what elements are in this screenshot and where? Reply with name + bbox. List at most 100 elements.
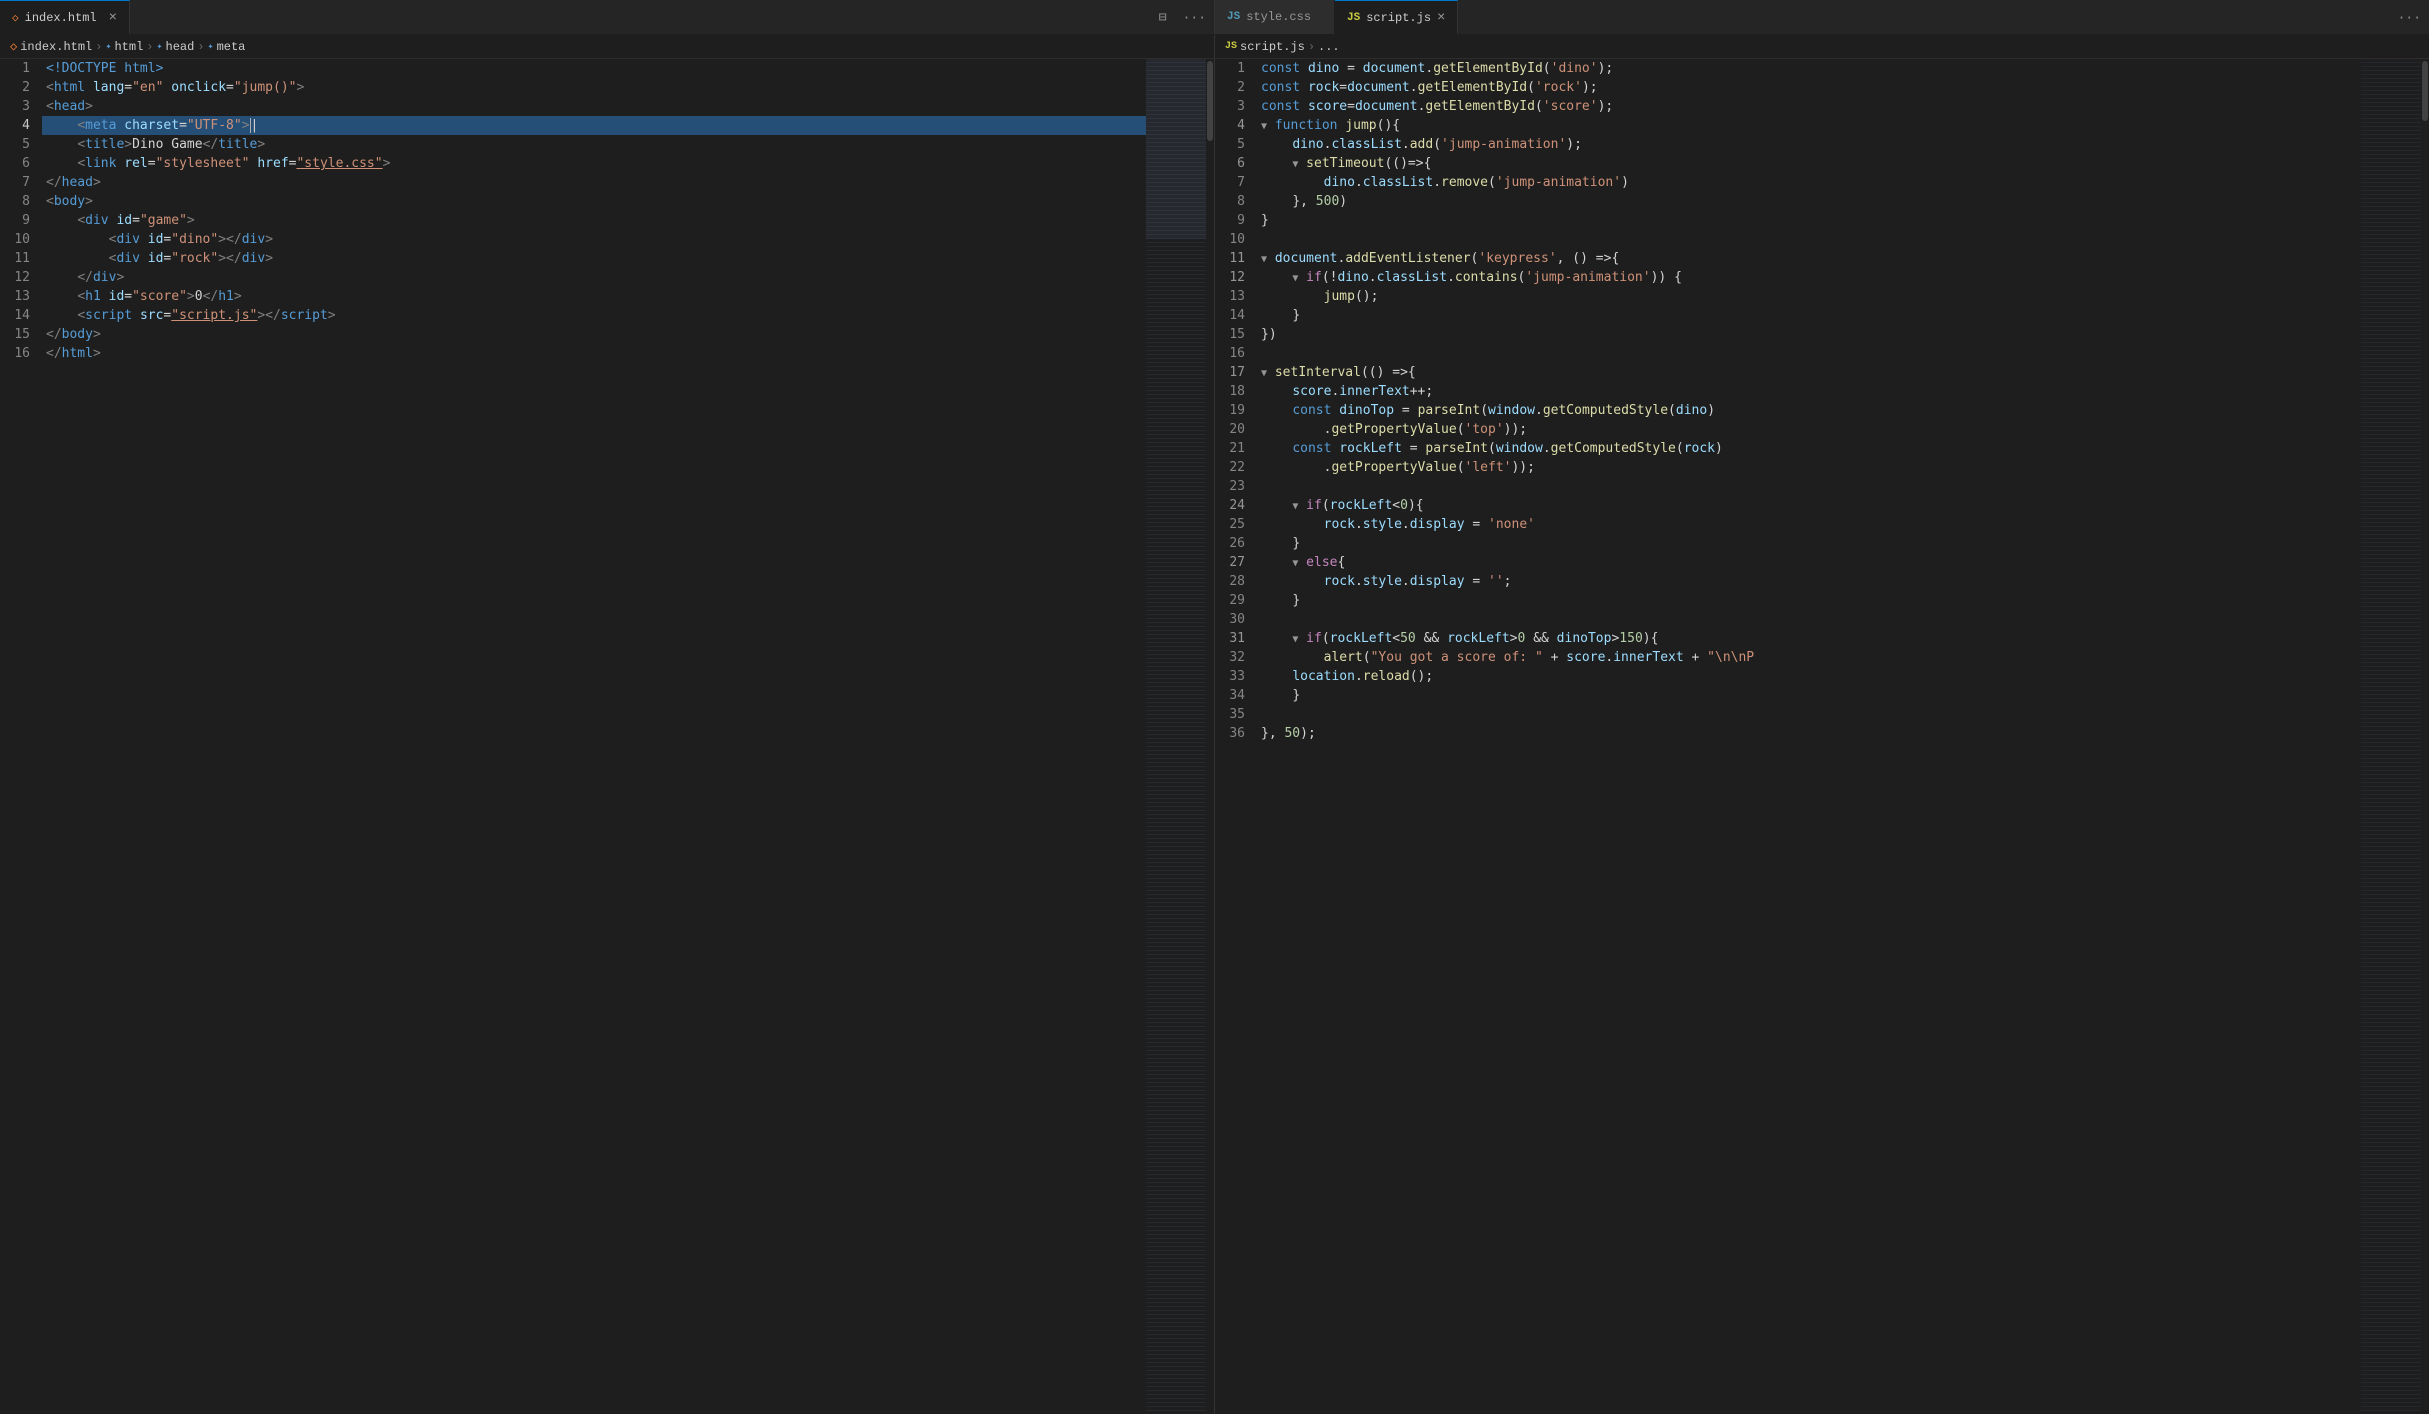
- code-line-12: </div>: [42, 268, 1146, 287]
- r-line-num-30: 30: [1223, 610, 1245, 629]
- r-line-num-12: 12: [1223, 268, 1245, 287]
- code-line-15: </body>: [42, 325, 1146, 344]
- right-pane-more-btn[interactable]: ···: [2390, 0, 2429, 34]
- tab-style-css[interactable]: JS style.css: [1215, 0, 1335, 34]
- line-num-10: 10: [8, 230, 30, 249]
- r-line-num-2: 2: [1223, 78, 1245, 97]
- r-code-line-11: ▼ document.addEventListener('keypress', …: [1261, 249, 2361, 268]
- code-line-8: <body>: [42, 192, 1146, 211]
- r-line-num-27: 27: [1223, 553, 1245, 572]
- left-pane-more-btn[interactable]: ···: [1175, 0, 1214, 34]
- tab-style-css-label: style.css: [1246, 10, 1311, 24]
- tab-index-html[interactable]: ◇ index.html ×: [0, 0, 130, 34]
- line-num-6: 6: [8, 154, 30, 173]
- r-code-line-2: const rock=document.getElementById('rock…: [1261, 78, 2361, 97]
- bc-sep-3: ›: [197, 40, 204, 54]
- bc-head[interactable]: head: [166, 40, 195, 54]
- line-num-9: 9: [8, 211, 30, 230]
- r-line-num-22: 22: [1223, 458, 1245, 477]
- r-line-num-31: 31: [1223, 629, 1245, 648]
- tab-script-js[interactable]: JS script.js ×: [1335, 0, 1458, 34]
- code-line-3: <head>: [42, 97, 1146, 116]
- left-minimap: [1146, 59, 1206, 1414]
- line-num-2: 2: [8, 78, 30, 97]
- r-line-num-6: 6: [1223, 154, 1245, 173]
- r-line-num-5: 5: [1223, 135, 1245, 154]
- right-breadcrumb: JS script.js › ...: [1215, 35, 2429, 58]
- code-line-16: </html>: [42, 344, 1146, 363]
- left-code-content[interactable]: <!DOCTYPE html> <html lang="en" onclick=…: [42, 59, 1146, 1414]
- r-code-line-15: }): [1261, 325, 2361, 344]
- r-line-num-19: 19: [1223, 401, 1245, 420]
- r-code-line-29: }: [1261, 591, 2361, 610]
- left-pane-split-btn[interactable]: ⊟: [1151, 0, 1175, 34]
- line-num-15: 15: [8, 325, 30, 344]
- tab-script-js-close[interactable]: ×: [1437, 10, 1445, 26]
- left-editor-pane: 1 2 3 4 5 6 7 8 9 10 11 12 13 14 15 16 <…: [0, 59, 1215, 1414]
- r-line-num-26: 26: [1223, 534, 1245, 553]
- right-minimap: [2361, 59, 2421, 1414]
- code-line-5: <title>Dino Game</title>: [42, 135, 1146, 154]
- code-line-10: <div id="dino"></div>: [42, 230, 1146, 249]
- r-code-line-34: }: [1261, 686, 2361, 705]
- left-scrollbar[interactable]: [1206, 59, 1214, 1414]
- r-line-num-9: 9: [1223, 211, 1245, 230]
- code-line-2: <html lang="en" onclick="jump()">: [42, 78, 1146, 97]
- r-line-num-10: 10: [1223, 230, 1245, 249]
- r-line-num-20: 20: [1223, 420, 1245, 439]
- r-line-num-4: 4: [1223, 116, 1245, 135]
- right-code-content[interactable]: const dino = document.getElementById('di…: [1257, 59, 2361, 1414]
- r-line-num-11: 11: [1223, 249, 1245, 268]
- line-num-8: 8: [8, 192, 30, 211]
- code-line-13: <h1 id="score">0</h1>: [42, 287, 1146, 306]
- tab-index-html-label: index.html: [25, 11, 97, 25]
- r-code-line-10: [1261, 230, 2361, 249]
- r-line-num-1: 1: [1223, 59, 1245, 78]
- right-scrollbar[interactable]: [2421, 59, 2429, 1414]
- r-code-line-12: ▼ if(!dino.classList.contains('jump-anim…: [1261, 268, 2361, 287]
- r-code-line-20: .getPropertyValue('top'));: [1261, 420, 2361, 439]
- line-num-14: 14: [8, 306, 30, 325]
- line-num-16: 16: [8, 344, 30, 363]
- bc-meta[interactable]: meta: [217, 40, 246, 54]
- r-line-num-16: 16: [1223, 344, 1245, 363]
- r-code-line-6: ▼ setTimeout(()=>{: [1261, 154, 2361, 173]
- bc-script-js[interactable]: script.js: [1240, 40, 1305, 54]
- r-code-line-17: ▼ setInterval(() =>{: [1261, 363, 2361, 382]
- r-code-line-36: }, 50);: [1261, 724, 2361, 743]
- line-num-3: 3: [8, 97, 30, 116]
- html-file-icon: ◇: [12, 11, 19, 25]
- r-line-num-29: 29: [1223, 591, 1245, 610]
- tab-script-js-label: script.js: [1366, 11, 1431, 25]
- r-code-line-7: dino.classList.remove('jump-animation'): [1261, 173, 2361, 192]
- bc-tag-icon-3: ✦: [208, 41, 214, 53]
- right-editor-pane: 1 2 3 4 5 6 7 8 9 10 11 12 13 14 15 16 1…: [1215, 59, 2429, 1414]
- r-code-line-22: .getPropertyValue('left'));: [1261, 458, 2361, 477]
- r-line-num-17: 17: [1223, 363, 1245, 382]
- css-file-icon: JS: [1227, 11, 1240, 23]
- line-num-1: 1: [8, 59, 30, 78]
- line-num-12: 12: [8, 268, 30, 287]
- r-code-line-3: const score=document.getElementById('sco…: [1261, 97, 2361, 116]
- r-code-line-35: [1261, 705, 2361, 724]
- left-breadcrumb: ◇ index.html › ✦ html › ✦ head › ✦ meta: [0, 35, 1215, 58]
- r-code-line-16: [1261, 344, 2361, 363]
- r-line-num-35: 35: [1223, 705, 1245, 724]
- r-line-num-7: 7: [1223, 173, 1245, 192]
- js-file-icon: JS: [1347, 12, 1360, 24]
- r-line-num-36: 36: [1223, 724, 1245, 743]
- r-code-line-26: }: [1261, 534, 2361, 553]
- r-code-line-5: dino.classList.add('jump-animation');: [1261, 135, 2361, 154]
- bc-html[interactable]: html: [114, 40, 143, 54]
- bc-sep-right: ›: [1308, 40, 1315, 54]
- r-line-num-28: 28: [1223, 572, 1245, 591]
- bc-index-html[interactable]: index.html: [20, 40, 92, 54]
- r-line-num-18: 18: [1223, 382, 1245, 401]
- r-code-line-19: const dinoTop = parseInt(window.getCompu…: [1261, 401, 2361, 420]
- r-code-line-8: }, 500): [1261, 192, 2361, 211]
- tab-index-html-close[interactable]: ×: [109, 10, 117, 26]
- r-code-line-33: location.reload();: [1261, 667, 2361, 686]
- r-line-num-24: 24: [1223, 496, 1245, 515]
- r-line-num-23: 23: [1223, 477, 1245, 496]
- r-line-num-14: 14: [1223, 306, 1245, 325]
